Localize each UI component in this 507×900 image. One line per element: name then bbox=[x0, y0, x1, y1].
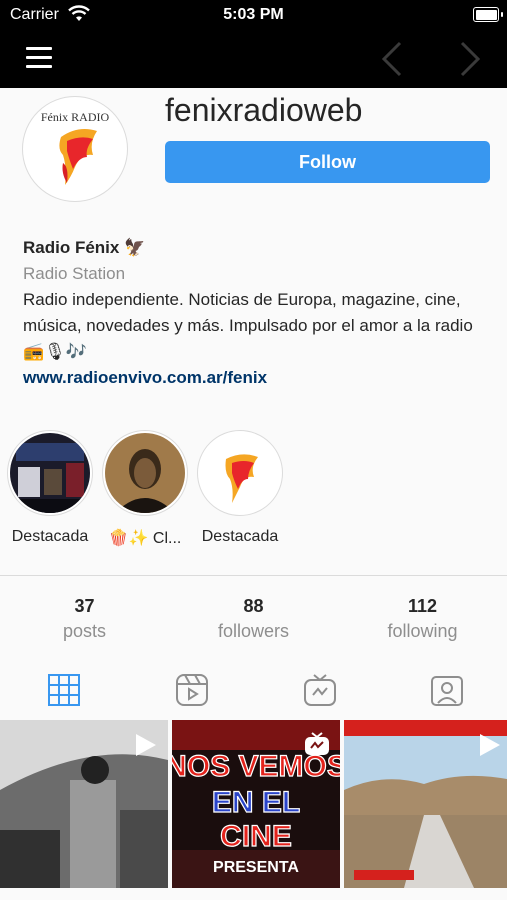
post-thumbnail-2[interactable]: NOS VEMOS EN EL CINE PRESENTA bbox=[172, 720, 340, 888]
following-count: 112 bbox=[407, 596, 438, 616]
reels-icon bbox=[176, 674, 208, 706]
profile-display-name: Radio Fénix 🦅 bbox=[23, 238, 146, 257]
followers-count: 88 bbox=[243, 596, 264, 616]
highlight-label: Destacada bbox=[11, 528, 89, 545]
forward-chevron-icon[interactable] bbox=[456, 40, 484, 83]
play-icon bbox=[134, 732, 158, 763]
svg-text:EN EL: EN EL bbox=[212, 786, 300, 819]
highlight-label: Destacada bbox=[201, 528, 279, 545]
posts-count: 37 bbox=[74, 596, 95, 616]
profile-username: fenixradioweb bbox=[165, 92, 363, 128]
igtv-tab[interactable] bbox=[303, 673, 337, 707]
profile-page: Fénix RADIO fenixradioweb Follow Radio F… bbox=[0, 88, 507, 900]
tagged-user-icon bbox=[431, 676, 463, 706]
story-highlight-2[interactable]: 🍿✨ Cl... bbox=[95, 430, 195, 548]
igtv-icon bbox=[304, 732, 330, 761]
status-bar: Carrier 5:03 PM bbox=[0, 0, 507, 30]
follow-button[interactable]: Follow bbox=[165, 141, 490, 183]
play-icon bbox=[478, 732, 502, 763]
hamburger-menu-icon[interactable] bbox=[26, 47, 52, 69]
svg-text:PRESENTA: PRESENTA bbox=[213, 859, 299, 876]
story-highlight-3[interactable]: Destacada bbox=[190, 430, 290, 546]
clock: 5:03 PM bbox=[223, 6, 284, 23]
grid-icon bbox=[48, 674, 80, 706]
avatar[interactable]: Fénix RADIO bbox=[22, 96, 128, 202]
back-chevron-icon[interactable] bbox=[378, 40, 406, 83]
highlight-photo-collage-icon bbox=[10, 433, 90, 513]
profile-website-link[interactable]: www.radioenvivo.com.ar/fenix bbox=[23, 368, 267, 387]
following-label: following bbox=[387, 621, 458, 641]
svg-text:CINE: CINE bbox=[220, 820, 292, 853]
profile-bio: Radio Fénix 🦅 Radio Station Radio indepe… bbox=[23, 235, 493, 391]
highlight-godfather-portrait-icon bbox=[105, 433, 185, 513]
profile-stats: 37 posts 88 followers 112 following bbox=[0, 575, 507, 660]
reels-tab[interactable] bbox=[175, 673, 209, 707]
posts-label: posts bbox=[62, 621, 107, 641]
post-thumbnail-1[interactable] bbox=[0, 720, 168, 888]
tagged-tab[interactable] bbox=[430, 673, 464, 707]
followers-label: followers bbox=[217, 621, 290, 641]
avatar-logo-text: Fénix RADIO bbox=[41, 110, 110, 124]
following-stat[interactable]: 112 following bbox=[338, 596, 507, 642]
highlight-label: 🍿✨ Cl... bbox=[108, 530, 182, 547]
posts-stat[interactable]: 37 posts bbox=[0, 596, 169, 642]
post-thumbnail-3[interactable] bbox=[344, 720, 507, 888]
profile-category: Radio Station bbox=[23, 264, 126, 283]
highlight-fenix-logo-icon bbox=[200, 433, 280, 513]
profile-description: Radio independiente. Noticias de Europa,… bbox=[23, 290, 473, 361]
igtv-icon bbox=[304, 674, 336, 706]
story-highlight-1[interactable]: Destacada bbox=[0, 430, 100, 546]
profile-tabs bbox=[0, 659, 507, 718]
navigation-bar bbox=[0, 30, 507, 88]
battery-icon bbox=[473, 7, 499, 22]
followers-stat[interactable]: 88 followers bbox=[169, 596, 338, 642]
posts-grid: NOS VEMOS EN EL CINE PRESENTA bbox=[0, 720, 507, 900]
grid-tab[interactable] bbox=[47, 673, 81, 707]
